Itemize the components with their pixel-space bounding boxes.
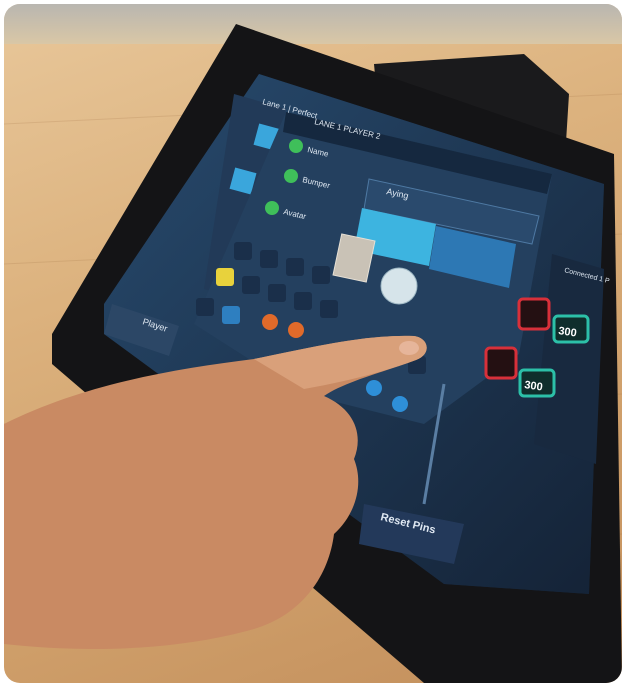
- score-value-1: 300: [558, 325, 578, 339]
- player-header: LANE 1 PLAYER 2: [314, 117, 382, 141]
- lane-header: Lane 1 | Perfect: [261, 97, 318, 120]
- name-value: Aying: [386, 186, 410, 201]
- screen-text-layer: Lane 1 | Perfect LANE 1 PLAYER 2 Name Bu…: [141, 97, 611, 536]
- player-button-label: Player: [141, 316, 168, 333]
- option-name-label: Name: [307, 145, 330, 159]
- option-bumper-label: Bumper: [302, 175, 332, 190]
- reset-pins-label: Reset Pins: [379, 511, 436, 536]
- right-panel-title: Connected 1 P: [564, 267, 611, 285]
- photo-frame: Lane 1 | Perfect LANE 1 PLAYER 2 Name Bu…: [4, 4, 622, 683]
- score-value-2: 300: [524, 379, 544, 393]
- option-avatar-label: Avatar: [283, 207, 308, 221]
